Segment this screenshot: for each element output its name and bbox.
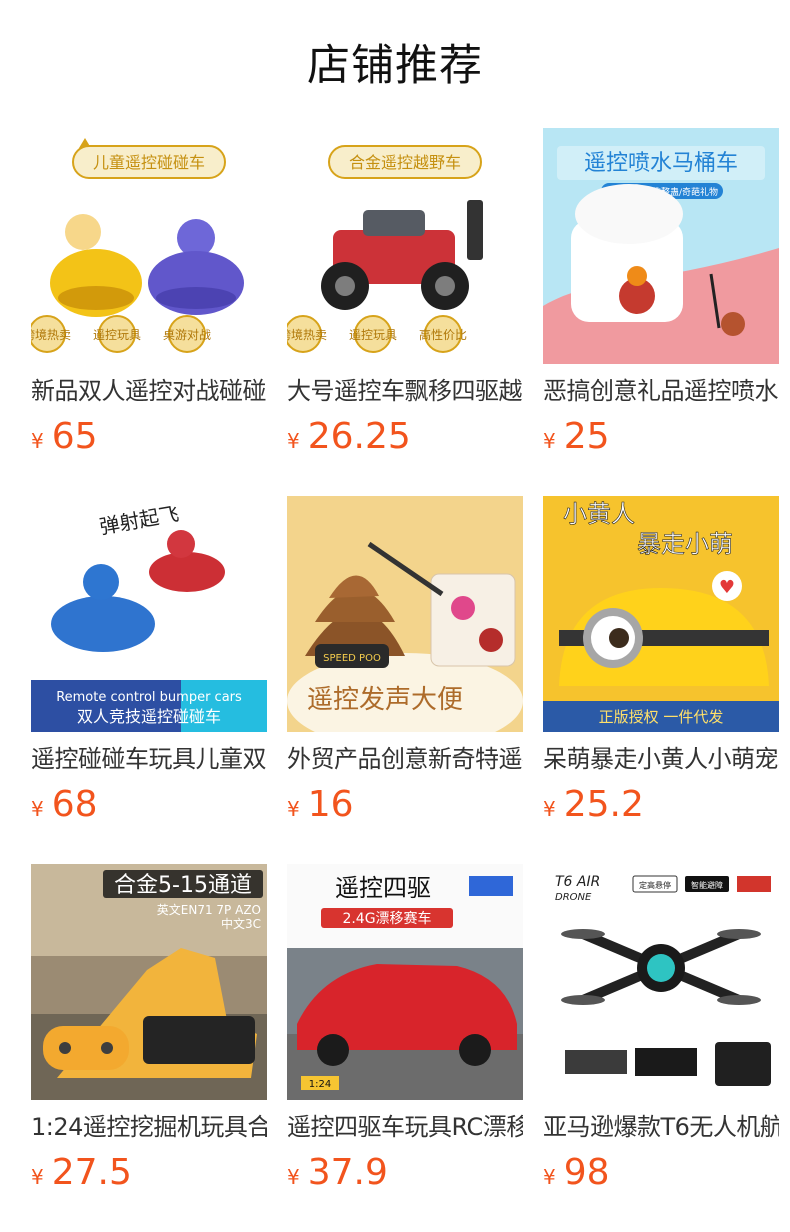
price-amount: 65: [51, 416, 98, 457]
image-badge: 桌游对战: [163, 328, 211, 342]
currency-symbol: ¥: [287, 1165, 300, 1189]
product-logo-text: SPEED POO: [323, 653, 381, 664]
image-caption: 小黄人: [563, 500, 635, 528]
store-recommendation-page: 店铺推荐 儿童遥控碰碰车 跨境热卖: [0, 0, 790, 1232]
image-caption: 遥控发声大便: [307, 685, 463, 715]
product-name[interactable]: 新品双人遥控对战碰碰车: [31, 376, 267, 406]
product-image[interactable]: 弹射起飞 Remote control bumper cars 双人竞技遥控碰碰…: [31, 496, 267, 732]
product-name[interactable]: 遥控碰碰车玩具儿童双人对战: [31, 744, 267, 774]
page-title: 店铺推荐: [307, 41, 483, 91]
image-caption: 遥控四驱: [335, 874, 431, 902]
product-name[interactable]: 亚马逊爆款T6无人机航拍: [543, 1112, 779, 1142]
product-price: ¥26.25: [287, 416, 523, 458]
price-amount: 26.25: [307, 416, 411, 457]
product-card[interactable]: 遥控喷水马桶车 造型搞怪/有趣整蛊/奇葩礼物 恶搞创意礼品遥控喷水马桶车 ¥25: [543, 128, 779, 457]
image-caption-en: Remote control bumper cars: [56, 690, 242, 705]
product-image[interactable]: 儿童遥控碰碰车 跨境热卖 遥控玩具 桌游对战: [31, 128, 267, 364]
price-amount: 25: [563, 416, 610, 457]
price-amount: 16: [307, 784, 354, 825]
image-badge: 遥控玩具: [93, 328, 141, 342]
image-badge: 高性价比: [419, 327, 467, 342]
feature-label: 智能避障: [691, 880, 723, 890]
product-image[interactable]: 合金遥控越野车 跨境热卖 遥控玩具 高性价比: [287, 128, 523, 364]
product-price: ¥25.2: [543, 784, 779, 826]
currency-symbol: ¥: [31, 429, 44, 453]
image-caption: 合金遥控越野车: [349, 153, 461, 172]
feature-label: 定高悬停: [639, 880, 671, 890]
product-price: ¥98: [543, 1152, 779, 1194]
currency-symbol: ¥: [287, 797, 300, 821]
product-name[interactable]: 1:24遥控挖掘机玩具合金: [31, 1112, 267, 1142]
product-grid: 儿童遥控碰碰车 跨境热卖 遥控玩具 桌游对战 新品双人遥控对战碰碰车: [31, 128, 779, 1193]
product-name[interactable]: 恶搞创意礼品遥控喷水马桶车: [543, 376, 779, 406]
image-subcaption: 2.4G漂移赛车: [342, 910, 431, 927]
currency-symbol: ¥: [543, 429, 556, 453]
product-price: ¥27.5: [31, 1152, 267, 1194]
product-card[interactable]: 遥控四驱 2.4G漂移赛车 1:24 遥控四驱车玩具RC漂移赛车 ¥37.9: [287, 864, 523, 1193]
currency-symbol: ¥: [543, 797, 556, 821]
product-name[interactable]: 大号遥控车飘移四驱越野车: [287, 376, 523, 406]
price-amount: 27.5: [51, 1152, 132, 1193]
image-scale-label: 1:24: [309, 1079, 331, 1090]
product-name[interactable]: 呆萌暴走小黄人小萌宠玩具: [543, 744, 779, 774]
product-price: ¥16: [287, 784, 523, 826]
product-card[interactable]: SPEED POO 遥控发声大便 外贸产品创意新奇特遥控大便 ¥16: [287, 496, 523, 825]
product-name[interactable]: 遥控四驱车玩具RC漂移赛车: [287, 1112, 523, 1142]
image-badge: 遥控玩具: [349, 328, 397, 342]
product-card[interactable]: 儿童遥控碰碰车 跨境热卖 遥控玩具 桌游对战 新品双人遥控对战碰碰车: [31, 128, 267, 457]
currency-symbol: ¥: [31, 1165, 44, 1189]
price-amount: 68: [51, 784, 98, 825]
product-price: ¥65: [31, 416, 267, 458]
image-badge: 跨境热卖: [31, 327, 71, 342]
product-name[interactable]: 外贸产品创意新奇特遥控大便: [287, 744, 523, 774]
product-image[interactable]: SPEED POO 遥控发声大便: [287, 496, 523, 732]
image-caption: 遥控喷水马桶车: [584, 151, 738, 176]
product-image[interactable]: T6 AIR DRONE 定高悬停 智能避障: [543, 864, 779, 1100]
image-subcaption: 英文EN71 7P AZO: [157, 902, 261, 917]
product-image[interactable]: 合金5-15通道 英文EN71 7P AZO 中文3C: [31, 864, 267, 1100]
product-image[interactable]: 遥控四驱 2.4G漂移赛车 1:24: [287, 864, 523, 1100]
image-subcaption: 中文3C: [221, 916, 261, 931]
image-caption-zh: 双人竞技遥控碰碰车: [77, 707, 221, 726]
image-caption: DRONE: [555, 892, 592, 903]
product-card[interactable]: 合金5-15通道 英文EN71 7P AZO 中文3C 1:24遥控挖掘机玩具合…: [31, 864, 267, 1193]
product-price: ¥37.9: [287, 1152, 523, 1194]
price-amount: 25.2: [563, 784, 644, 825]
image-caption: T6 AIR: [555, 874, 600, 890]
image-caption: 暴走小萌: [637, 530, 733, 558]
product-image[interactable]: 小黄人 暴走小萌 ♥ 正版授权 一件代发: [543, 496, 779, 732]
product-image[interactable]: 遥控喷水马桶车 造型搞怪/有趣整蛊/奇葩礼物: [543, 128, 779, 364]
product-card[interactable]: 弹射起飞 Remote control bumper cars 双人竞技遥控碰碰…: [31, 496, 267, 825]
product-card[interactable]: 小黄人 暴走小萌 ♥ 正版授权 一件代发 呆萌暴走小黄人小萌宠玩具 ¥25.2: [543, 496, 779, 825]
currency-symbol: ¥: [31, 797, 44, 821]
currency-symbol: ¥: [543, 1165, 556, 1189]
image-caption: 正版授权 一件代发: [599, 708, 724, 726]
product-card[interactable]: T6 AIR DRONE 定高悬停 智能避障 亚马逊爆款T6无人机航 ¥ 98: [543, 864, 779, 1193]
price-amount: 98: [563, 1152, 610, 1193]
image-badge: 跨境热卖: [287, 327, 327, 342]
product-price: ¥68: [31, 784, 267, 826]
price-amount: 37.9: [307, 1152, 388, 1193]
image-caption: 合金5-15通道: [114, 873, 252, 898]
heart-icon: ♥: [719, 577, 735, 598]
product-price: ¥25: [543, 416, 779, 458]
image-caption: 儿童遥控碰碰车: [93, 153, 205, 172]
currency-symbol: ¥: [287, 429, 300, 453]
product-card[interactable]: 合金遥控越野车 跨境热卖 遥控玩具 高性价比 大号遥控车飘移四驱越野车: [287, 128, 523, 457]
